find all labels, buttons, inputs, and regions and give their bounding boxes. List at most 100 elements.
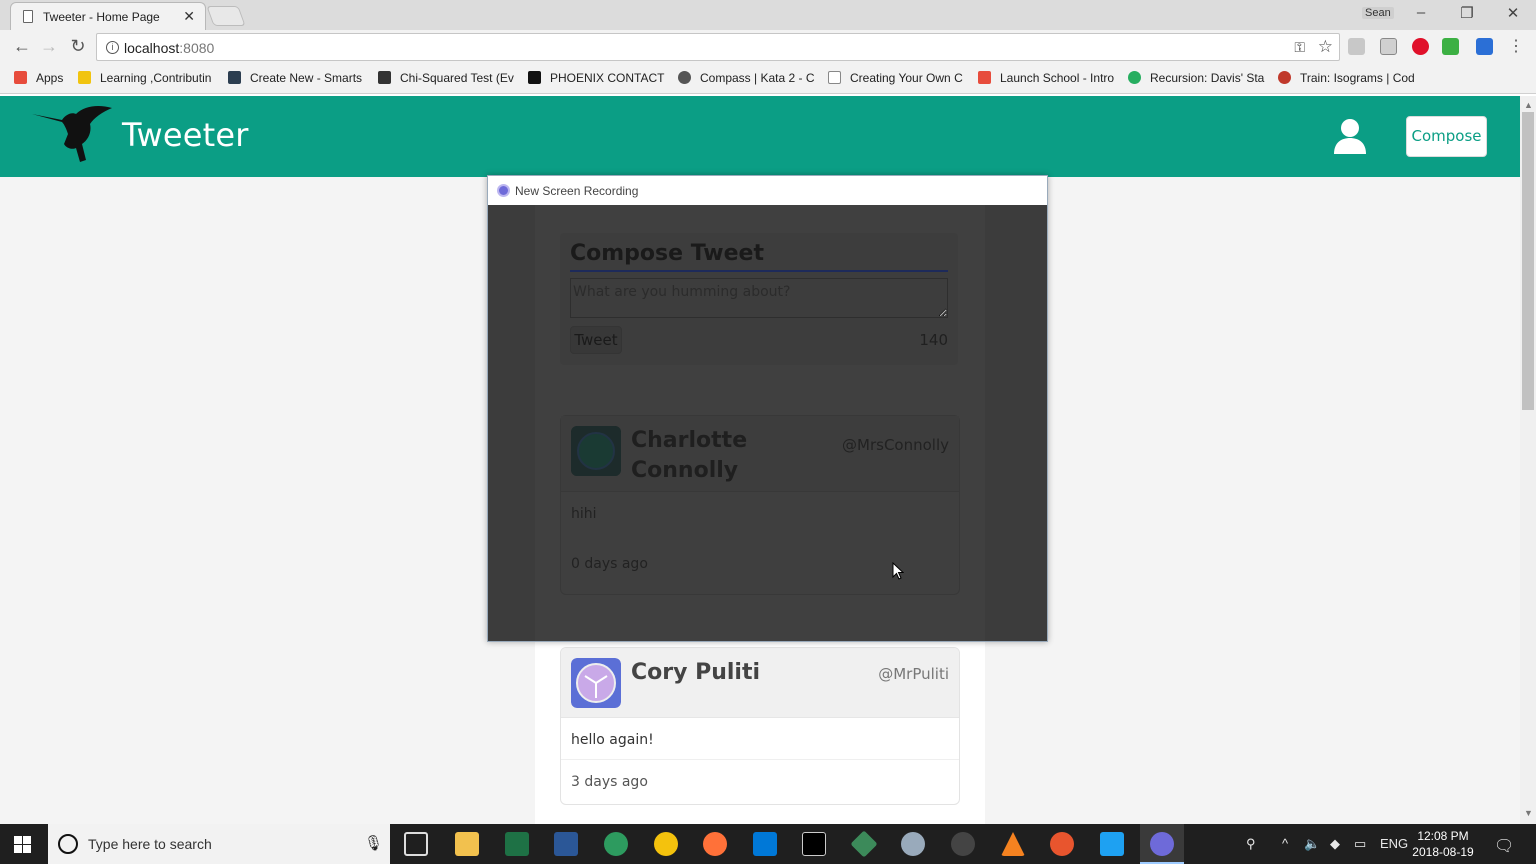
screen-recorder-icon[interactable] [1150, 832, 1174, 856]
avatar[interactable] [571, 658, 621, 708]
bookmark-item[interactable]: PHOENIX CONTACT | [528, 71, 666, 85]
restore-icon[interactable]: ❐ [1452, 4, 1482, 22]
bookmarks-bar: Apps Learning ,Contributin Create New - … [0, 64, 1536, 94]
bookmark-icon [678, 71, 691, 84]
tweet-header: Charlotte Connolly @MrsConnolly [561, 416, 959, 492]
battery-icon[interactable]: ▭ [1354, 836, 1366, 852]
tweet-button[interactable]: Tweet [570, 326, 622, 354]
minimize-icon[interactable]: – [1406, 4, 1436, 21]
dropbox-icon[interactable]: ◆ [1330, 836, 1340, 852]
avatar[interactable] [571, 426, 621, 476]
word-icon[interactable] [554, 832, 578, 856]
clock-time: 12:08 PM [1417, 829, 1469, 843]
recording-title: New Screen Recording [515, 184, 639, 198]
menu-icon[interactable]: ⋮ [1508, 36, 1524, 56]
tab-title: Tweeter - Home Page [43, 10, 160, 24]
scroll-down-icon[interactable]: ▼ [1524, 808, 1533, 818]
browser-tab-strip: Tweeter - Home Page ✕ Sean – ❐ ✕ [0, 0, 1536, 30]
back-icon[interactable]: ← [11, 36, 33, 57]
windows-start-icon[interactable] [14, 836, 31, 853]
terminal-icon[interactable] [802, 832, 826, 856]
compose-button[interactable]: Compose [1406, 116, 1487, 157]
bookmark-icon [1128, 71, 1141, 84]
browser-tab[interactable]: Tweeter - Home Page ✕ [10, 2, 206, 30]
recorded-feed: Compose Tweet Tweet 140 Charlotte Connol… [535, 205, 985, 641]
bookmark-icon [978, 71, 991, 84]
tweet-card: Cory Puliti @MrPuliti hello again! 3 day… [560, 647, 960, 805]
vscode-icon[interactable] [753, 832, 777, 856]
address-bar[interactable]: i localhost:8080 ⚿ ☆ [96, 33, 1340, 61]
hummingbird-logo-icon [32, 106, 112, 162]
tweet-header: Cory Puliti @MrPuliti [561, 648, 959, 718]
recorder-icon [497, 184, 510, 197]
language-indicator[interactable]: ENG [1380, 836, 1408, 851]
tweet-textarea[interactable] [570, 278, 948, 318]
taskbar-active-app[interactable] [1140, 824, 1184, 864]
file-explorer-icon[interactable] [455, 832, 479, 856]
people-icon[interactable]: ⚲ [1246, 836, 1256, 852]
vlc-icon[interactable] [1001, 832, 1025, 856]
tweet-text: hihi [571, 506, 597, 522]
screen-recording-window[interactable]: New Screen Recording Compose Tweet Tweet… [487, 175, 1048, 642]
bookmark-item[interactable]: Create New - Smarts [228, 71, 364, 85]
recording-title-bar[interactable]: New Screen Recording [488, 176, 1047, 205]
char-counter: 140 [919, 331, 948, 349]
excel-icon[interactable] [505, 832, 529, 856]
new-tab-button[interactable] [206, 6, 246, 26]
site-header: Tweeter Compose [0, 96, 1520, 177]
scroll-up-icon[interactable]: ▲ [1524, 100, 1533, 110]
close-window-icon[interactable]: ✕ [1498, 4, 1528, 22]
chrome-icon[interactable] [654, 832, 678, 856]
bookmark-item[interactable]: Creating Your Own C [828, 71, 966, 85]
taskbar-clock[interactable]: 12:08 PM 2018-08-19 [1410, 828, 1476, 860]
info-icon[interactable]: i [106, 41, 119, 54]
key-icon[interactable]: ⚿ [1294, 39, 1305, 56]
show-hidden-icons-icon[interactable]: ^ [1282, 836, 1288, 851]
bookmark-icon [228, 71, 241, 84]
slack-icon[interactable] [951, 832, 975, 856]
brand-title: Tweeter [122, 116, 249, 154]
profile-name[interactable]: Sean [1362, 7, 1394, 19]
clock-date: 2018-08-19 [1412, 845, 1474, 859]
tweet-author-name: Cory Puliti [631, 660, 761, 685]
compose-title: Compose Tweet [570, 241, 948, 272]
reload-icon[interactable]: ↻ [67, 36, 89, 57]
extension-icon[interactable] [1476, 38, 1493, 55]
bookmark-item[interactable]: Launch School - Intro [978, 71, 1116, 85]
scrollbar-thumb[interactable] [1522, 112, 1534, 410]
opera-icon[interactable] [1412, 38, 1429, 55]
firefox-icon[interactable] [703, 832, 727, 856]
bookmark-icon [528, 71, 541, 84]
volume-icon[interactable]: 🔈 [1304, 836, 1320, 852]
bookmark-icon [78, 71, 91, 84]
bookmark-item[interactable]: Train: Isograms | Cod [1278, 71, 1418, 85]
recording-preview: Compose Tweet Tweet 140 Charlotte Connol… [488, 205, 1047, 641]
apps-icon [14, 71, 27, 84]
url-text: localhost:8080 [124, 40, 215, 56]
cortana-icon [58, 834, 78, 854]
mouse-cursor-icon [892, 562, 904, 580]
extension-icon[interactable] [1380, 38, 1397, 55]
page-icon [828, 71, 841, 84]
microphone-icon[interactable]: 🎙 [364, 834, 383, 852]
extension-icon[interactable] [1442, 38, 1459, 55]
app-icon[interactable] [1050, 832, 1074, 856]
task-view-icon[interactable] [404, 832, 428, 856]
taskbar-search[interactable]: Type here to search 🎙 [48, 824, 390, 864]
page-scrollbar[interactable]: ▲ ▼ [1520, 96, 1536, 824]
forward-icon[interactable]: → [38, 36, 60, 57]
bookmark-item[interactable]: Recursion: Davis' Sta [1128, 71, 1266, 85]
bookmark-item[interactable]: Chi-Squared Test (Ev [378, 71, 516, 85]
app-icon[interactable] [1100, 832, 1124, 856]
app-icon[interactable] [604, 832, 628, 856]
close-tab-icon[interactable]: ✕ [183, 8, 195, 25]
bookmark-item[interactable]: Learning ,Contributin [78, 71, 216, 85]
git-icon[interactable] [850, 830, 878, 858]
app-icon[interactable] [901, 832, 925, 856]
bookmark-star-icon[interactable]: ☆ [1318, 37, 1333, 57]
bookmark-item[interactable]: Compass | Kata 2 - C [678, 71, 816, 85]
extension-icon[interactable] [1348, 38, 1365, 55]
bookmark-item[interactable]: Apps [14, 71, 74, 85]
notifications-icon[interactable]: 🗨 [1494, 836, 1514, 856]
user-icon[interactable] [1332, 118, 1368, 154]
